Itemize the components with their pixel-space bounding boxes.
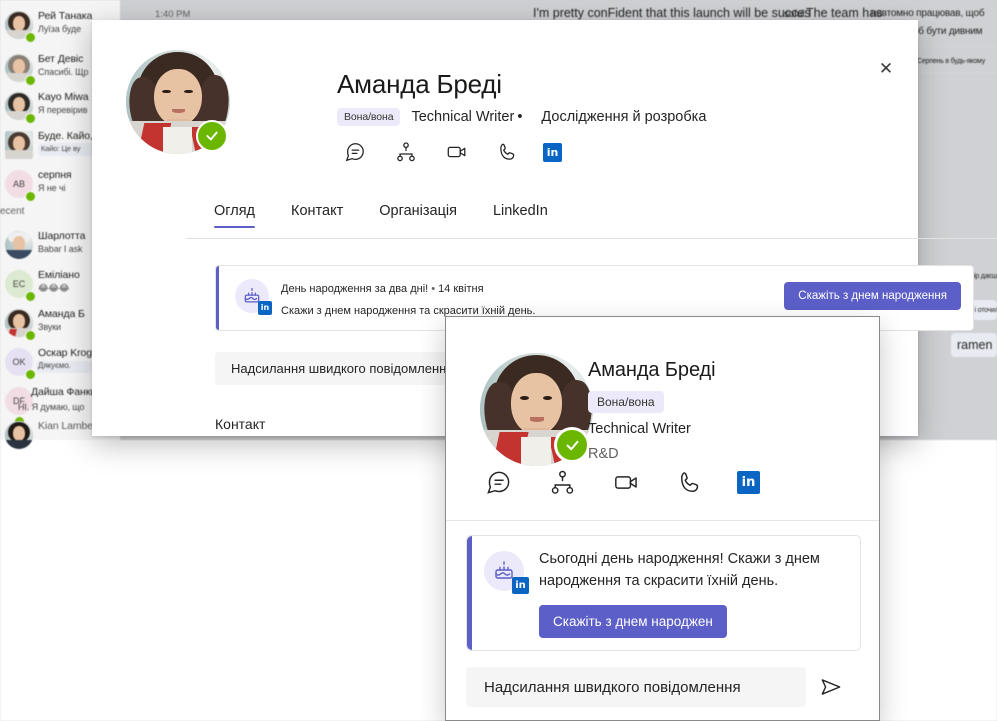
list-item-name: серпня [38, 169, 72, 181]
bg-message-1: I'm pretty conFident that this launch wi… [533, 6, 811, 20]
birthday-cake-icon: in [235, 279, 269, 313]
list-item-preview: Кайо: Це ву [41, 144, 80, 153]
linkedin-icon[interactable]: in [543, 143, 562, 162]
say-happy-birthday-button[interactable]: Скажіть з днем народжен [539, 605, 727, 638]
chat-icon[interactable] [481, 465, 515, 499]
presence-indicator [25, 75, 36, 86]
notification-headline: День народження за два дні!•14 квітня [281, 283, 484, 295]
send-icon[interactable] [806, 667, 856, 707]
list-item-name: Бет Девіс [38, 53, 83, 65]
bg-message-2: soful. [784, 9, 807, 20]
bg-timestamp: 1:40 PM [155, 9, 190, 20]
list-item-name: Шарлотта [38, 230, 85, 242]
tab-linkedin[interactable]: LinkedIn [475, 203, 566, 228]
avatar [5, 421, 33, 449]
job-title: Technical Writer• [411, 109, 522, 125]
page-title: Аманда Бреді [337, 69, 502, 100]
close-icon[interactable]: ✕ [870, 52, 902, 84]
bg-section-label: ecent [0, 206, 24, 217]
action-bar: in [339, 136, 562, 168]
presence-indicator [25, 330, 36, 341]
linkedin-icon[interactable]: in [737, 471, 760, 494]
avatar [126, 50, 230, 154]
profile-card-zoomed: Аманда Бреді Вона/вона Technical Writer … [445, 316, 880, 721]
profile-details: Аманда Бреді Вона/вона Technical Writer … [588, 359, 715, 462]
list-item-preview: Я не чі [38, 183, 65, 193]
linkedin-badge-icon: in [512, 577, 529, 594]
tab-overview[interactable]: Огляд [210, 203, 273, 228]
profile-meta: Вона/вона Technical Writer• Дослідження … [337, 108, 706, 126]
contact-section-heading: Контакт [215, 416, 265, 432]
presence-indicator [25, 369, 36, 380]
list-item-name: Дайша Фанкш [31, 386, 99, 398]
list-item-name: Kayo Miwa [38, 91, 88, 103]
video-call-icon[interactable] [609, 465, 643, 499]
say-happy-birthday-button[interactable]: Скажіть з днем народження [784, 282, 961, 310]
presence-indicator [25, 191, 36, 202]
org-chart-icon[interactable] [545, 465, 579, 499]
linkedin-badge-icon: in [258, 301, 272, 315]
quick-message-row: Надсилання швидкого повідомлення [466, 667, 861, 707]
department: R&D [588, 446, 715, 462]
list-item-preview: Я перевірив [38, 105, 87, 115]
tab-divider [186, 238, 997, 239]
department: Дослідження й розробка [541, 109, 706, 125]
page-title: Аманда Бреді [588, 359, 715, 382]
birthday-notification: in Сьогодні день народження! Скажи з дне… [466, 535, 861, 651]
quick-message-input[interactable]: Надсилання швидкого повідомлення [466, 667, 806, 707]
list-item-preview: Спасибі. Щр [38, 67, 88, 77]
list-item-name: Оскар Krogh [38, 347, 98, 359]
notification-body: Сьогодні день народження! Скажи з днем н… [539, 548, 899, 593]
tab-organization[interactable]: Організація [361, 203, 475, 228]
avatar [5, 131, 33, 159]
list-item-preview: Дякуємо. [38, 361, 71, 370]
phone-call-icon[interactable] [492, 136, 524, 168]
list-item-preview: НІ. Я думаю, що [18, 402, 84, 412]
presence-available-icon [196, 120, 228, 152]
pronoun-badge: Вона/вона [588, 391, 664, 413]
pronoun-badge: Вона/вона [337, 108, 400, 126]
birthday-cake-icon: in [484, 551, 524, 591]
avatar [480, 353, 593, 466]
bg-message-6: Серпень в будь-якому [917, 58, 985, 65]
bg-message-4: невтомно працював, щоб [871, 8, 984, 19]
avatar [5, 231, 33, 259]
section-divider [446, 520, 879, 521]
presence-indicator [25, 291, 36, 302]
action-bar: in [481, 465, 760, 499]
presence-indicator [25, 113, 36, 124]
accent-bar [467, 536, 472, 650]
list-item-preview: Звуки [38, 322, 61, 332]
presence-available-icon [554, 427, 590, 463]
tab-bar: Огляд Контакт Організація LinkedIn [210, 203, 566, 228]
presence-indicator [25, 32, 36, 43]
list-item-name: Рей Танака [38, 10, 92, 22]
list-item-name: Kian Lamber [38, 420, 96, 432]
bg-message-11: ramen [957, 338, 992, 352]
list-item-preview: Babar I ask [38, 244, 82, 254]
list-item-preview: 😂😂😂 [38, 283, 69, 294]
list-item-preview: Луїза буде [38, 24, 81, 34]
job-title: Technical Writer [588, 421, 715, 437]
org-chart-icon[interactable] [390, 136, 422, 168]
tab-contact[interactable]: Контакт [273, 203, 361, 228]
accent-bar [216, 266, 219, 330]
list-item-name: Еміліано [38, 269, 80, 281]
list-item-name: Аманда Б [38, 308, 85, 320]
phone-call-icon[interactable] [673, 465, 707, 499]
chat-icon[interactable] [339, 136, 371, 168]
video-call-icon[interactable] [441, 136, 473, 168]
